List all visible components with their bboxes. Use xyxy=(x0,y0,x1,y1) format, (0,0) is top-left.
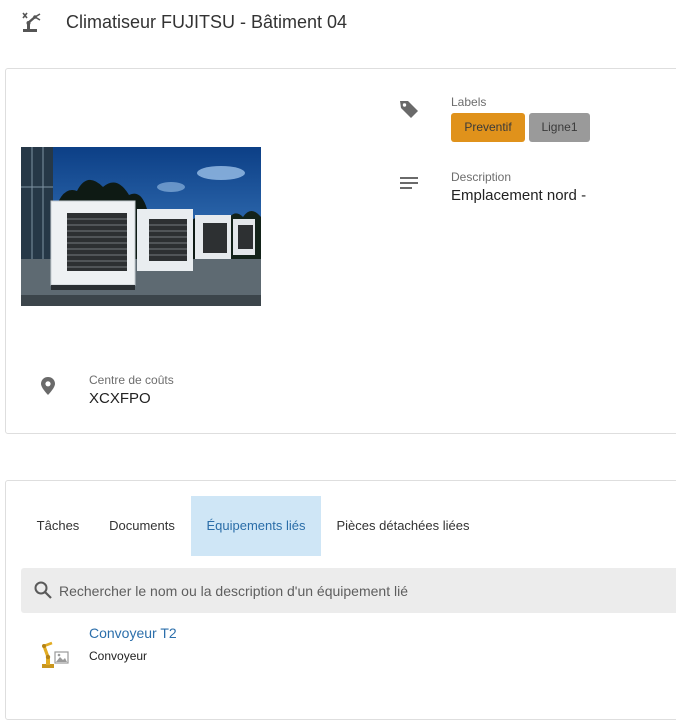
tab-taches[interactable]: Tâches xyxy=(21,496,95,556)
tab-documents[interactable]: Documents xyxy=(96,496,188,556)
conveyor-robot-icon xyxy=(42,641,69,668)
equipment-photo xyxy=(21,147,261,306)
page-title: Climatiseur FUJITSU - Bâtiment 04 xyxy=(66,12,348,32)
description-value: Emplacement nord - xyxy=(451,187,587,204)
description-caption: Description xyxy=(451,170,512,184)
cost-center-value: XCXFPO xyxy=(89,390,151,407)
cost-center-caption: Centre de coûts xyxy=(89,373,174,387)
robot-arm-icon xyxy=(22,12,41,32)
tab-pieces-detachees-liees[interactable]: Pièces détachées liées xyxy=(324,496,482,556)
label-badge-preventif[interactable]: Preventif xyxy=(451,113,525,142)
location-pin-icon xyxy=(41,377,55,395)
tag-icon xyxy=(400,101,418,118)
labels-caption: Labels xyxy=(451,95,487,109)
linked-equipment-name[interactable]: Convoyeur T2 xyxy=(89,625,177,641)
search-input[interactable] xyxy=(59,568,659,613)
linked-equipment-type: Convoyeur xyxy=(89,649,148,663)
search-icon xyxy=(34,581,52,599)
page-header: Climatiseur FUJITSU - Bâtiment 04 xyxy=(0,0,676,50)
tab-equipements-lies[interactable]: Équipements liés xyxy=(191,496,321,556)
description-lines-icon xyxy=(400,177,418,189)
label-badge-ligne1[interactable]: Ligne1 xyxy=(529,113,590,142)
linked-equipment-search xyxy=(21,568,676,613)
